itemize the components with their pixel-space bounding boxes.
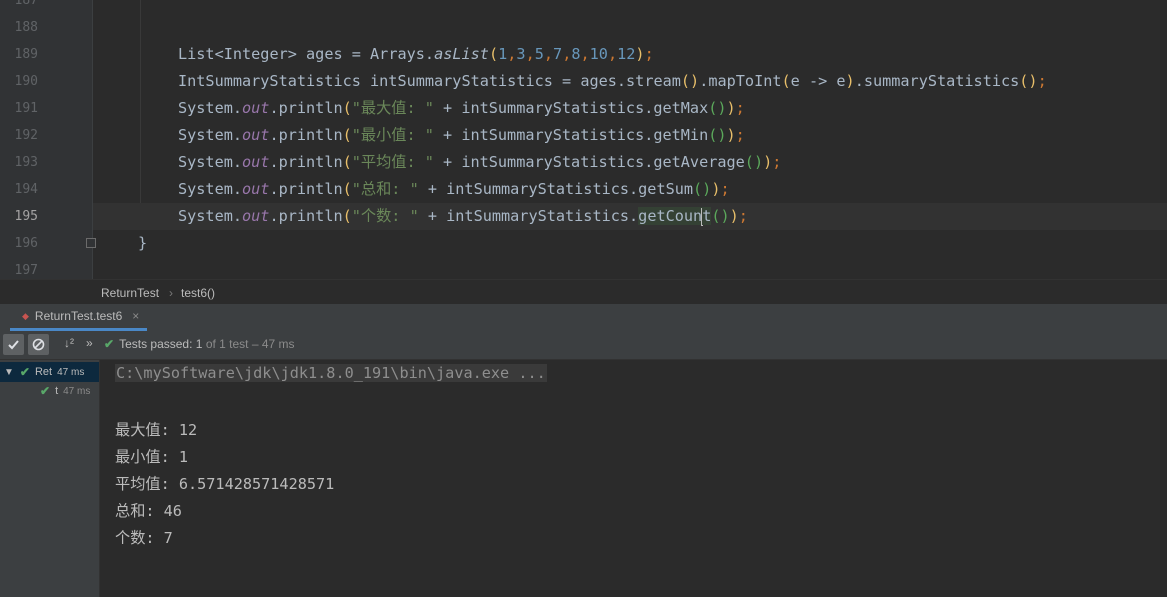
tree-item-label: Ret [34, 366, 53, 378]
console-line: 个数: 7 [115, 529, 173, 547]
line-number: 197 [14, 263, 38, 278]
tree-item-label: t [55, 385, 59, 397]
console-line: 总和: 46 [115, 502, 182, 520]
code-line-191[interactable]: System.out.println("最大值: " + intSummaryS… [178, 95, 745, 122]
fold-marker-icon[interactable] [86, 238, 96, 248]
code-line-192[interactable]: System.out.println("最小值: " + intSummaryS… [178, 122, 745, 149]
passed-count: 1 [195, 337, 203, 351]
line-number: 190 [14, 74, 38, 89]
code-line-195[interactable]: System.out.println("个数: " + intSummarySt… [178, 203, 748, 230]
console-output[interactable]: C:\mySoftware\jdk\jdk1.8.0_191\bin\java.… [100, 360, 1167, 597]
code-line-190[interactable]: IntSummaryStatistics intSummaryStatistic… [178, 68, 1047, 95]
passed-check-icon: ✔ [104, 337, 115, 351]
line-number: 192 [14, 128, 38, 143]
line-number: 188 [14, 20, 38, 35]
status-prefix: Tests passed: [119, 337, 193, 351]
line-number-gutter[interactable]: 187 188 189 190 191 192 193 194 195 196 … [0, 0, 93, 279]
passed-check-icon: ✔ [40, 384, 51, 398]
close-icon[interactable]: × [132, 309, 139, 323]
breadcrumb-class[interactable]: ReturnTest [0, 286, 159, 300]
code-line-193[interactable]: System.out.println("平均值: " + intSummaryS… [178, 149, 781, 176]
run-tool-window-tabs: ◆ ReturnTest.test6 × [0, 304, 1167, 332]
line-number: 194 [14, 182, 38, 197]
show-ignored-button[interactable] [28, 334, 49, 355]
tree-item-time: 47 ms [63, 385, 91, 397]
breadcrumb-method[interactable]: test6() [181, 286, 215, 300]
code-editor[interactable]: 187 188 189 190 191 192 193 194 195 196 … [0, 0, 1167, 279]
line-number: 191 [14, 101, 38, 116]
expand-icon[interactable]: ▼ [4, 367, 14, 378]
line-number: 189 [14, 47, 38, 62]
line-number-active: 195 [14, 209, 38, 224]
more-actions-button[interactable]: » [86, 336, 93, 350]
line-number: 187 [14, 0, 38, 8]
tree-item-time: 47 ms [57, 366, 85, 378]
line-number: 196 [14, 236, 38, 251]
status-suffix: of 1 test – 47 ms [205, 337, 295, 351]
indent-guide [140, 0, 141, 230]
test-status: ✔ Tests passed: 1 of 1 test – 47 ms [104, 337, 295, 351]
tab-label: ReturnTest.test6 [34, 309, 123, 323]
line-number: 193 [14, 155, 38, 170]
code-line-189[interactable]: List<Integer> ages = Arrays.asList(1,3,5… [178, 41, 654, 68]
tree-item-child[interactable]: ✔ t 47 ms [40, 384, 90, 398]
test-runner-toolbar: ↓² » ✔ Tests passed: 1 of 1 test – 47 ms [0, 331, 1167, 360]
code-line-196[interactable]: } [138, 230, 147, 257]
check-icon [8, 340, 19, 350]
run-config-icon: ◆ [22, 310, 29, 321]
console-line: 最大值: 12 [115, 421, 198, 439]
code-line-194[interactable]: System.out.println("总和: " + intSummarySt… [178, 176, 730, 203]
passed-check-icon: ✔ [19, 365, 30, 379]
tab-run-config[interactable]: ◆ ReturnTest.test6 × [10, 304, 148, 331]
show-passed-button[interactable] [3, 334, 24, 355]
tree-item-root[interactable]: ▼ ✔ Ret 47 ms [0, 362, 99, 382]
console-command-line: C:\mySoftware\jdk\jdk1.8.0_191\bin\java.… [115, 364, 547, 382]
console-line: 最小值: 1 [115, 448, 188, 466]
console-line: 平均值: 6.571428571428571 [115, 475, 335, 493]
ignored-icon [32, 338, 45, 351]
breadcrumb-separator: › [169, 285, 174, 300]
sort-button[interactable]: ↓² [64, 336, 74, 350]
breadcrumb: ReturnTest › test6() [0, 279, 1167, 305]
test-tree[interactable]: ▼ ✔ Ret 47 ms ✔ t 47 ms [0, 360, 100, 597]
